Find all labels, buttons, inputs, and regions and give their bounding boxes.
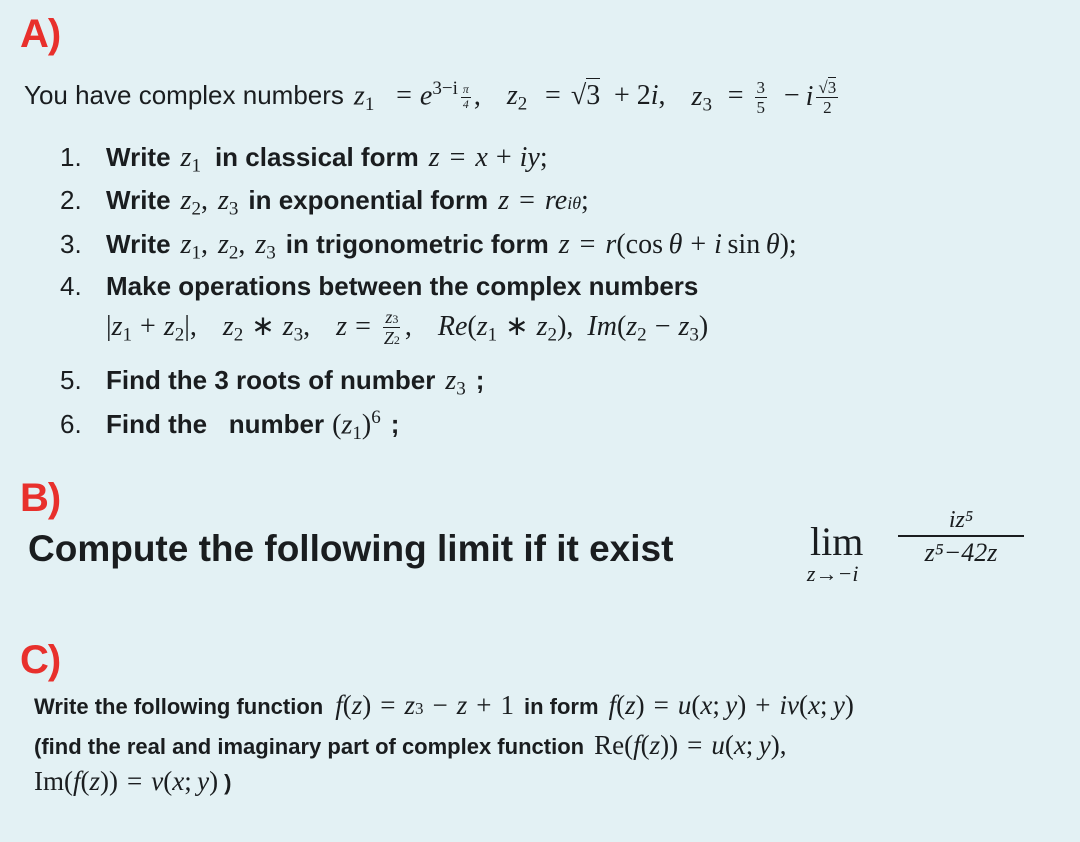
limit-instruction: Compute the following limit if it exist: [28, 528, 674, 569]
operation-quotient: z = z3 Z2,: [336, 307, 412, 348]
task-4: 4. Make operations between the complex n…: [60, 271, 699, 301]
task-3: 3. Write z1, z2, z3 in trigonometric form …: [60, 229, 797, 264]
task-2: 2. Write z2, z3 in exponential form z = re i…: [60, 185, 589, 220]
intro-text: You have complex numbers: [24, 80, 344, 111]
task-number: 1.: [60, 142, 82, 172]
operation-product: z2 ∗ z3,: [222, 310, 311, 346]
operation-abs-sum: |z1 + z2|,: [106, 310, 197, 346]
function-line-1: Write the following function f(z) = z 3− z +1…: [34, 690, 854, 720]
section-a-label: A): [20, 12, 61, 56]
z3-definition: z3 = 3 5 − i √3 2: [691, 76, 839, 117]
section-b-label: B): [20, 476, 61, 520]
task-1: 1. Write z1 in classical form z = x + iy;: [60, 142, 548, 177]
function-line-3: Im(f(z)) = v(x; y) ): [34, 766, 232, 796]
z1-definition: z1 = e3−i π 4,: [353, 78, 481, 116]
task-4-operations: |z1 + z2|, z2 ∗ z3, z = z3 Z2, Re(z1 ∗ z2), Im(z2…: [106, 308, 708, 347]
section-c-label: C): [20, 638, 61, 682]
limit-numerator: iz⁵: [948, 507, 974, 533]
limit-operator: lim z→−i: [806, 519, 864, 586]
operation-imag-part: Im(z2− z3): [587, 310, 709, 346]
task-5: 5. Find the 3 roots of number z3;: [60, 365, 485, 400]
z2-definition: z2 = √3 + 2i,: [506, 78, 666, 116]
given-numbers-line: You have complex numbers z1 = e3−i π 4, z2 …: [24, 76, 841, 117]
limit-fraction: iz⁵ z⁵−42z: [898, 507, 1024, 568]
task-6: 6. Find the number (z1)6;: [60, 407, 400, 445]
limit-denominator: z⁵−42z: [924, 537, 998, 567]
function-line-2: (find the real and imaginary part of com…: [34, 730, 787, 760]
operation-real-part: Re(z1 ∗ z2),: [437, 310, 574, 346]
limit-problem: Compute the following limit if it exist: [28, 528, 673, 570]
